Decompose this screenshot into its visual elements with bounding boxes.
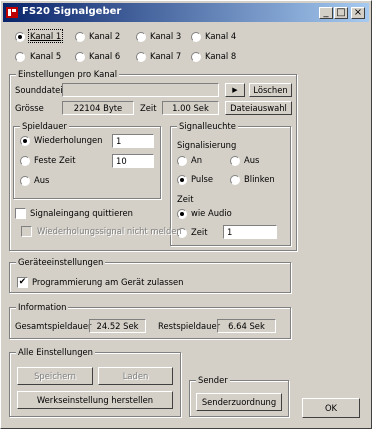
- app-logo-icon: [6, 7, 18, 18]
- leuchte-pulse-radio[interactable]: [177, 175, 187, 185]
- channel-3-label[interactable]: Kanal 3: [150, 31, 181, 41]
- spieldauer-aus-radio[interactable]: [20, 176, 30, 186]
- spieldauer-title: Spieldauer: [20, 121, 69, 131]
- per-channel-title: Einstellungen pro Kanal: [16, 69, 120, 79]
- leuchte-an-radio[interactable]: [177, 156, 187, 166]
- sounddatei-label: Sounddatei: [15, 85, 63, 95]
- werkseinstellung-button[interactable]: Werkseinstellung herstellen: [17, 391, 173, 409]
- channel-5-label[interactable]: Kanal 5: [30, 51, 61, 61]
- channel-3-radio[interactable]: [136, 32, 146, 42]
- leuchte-zeit-label: Zeit: [177, 194, 194, 204]
- leuchte-blinken-label[interactable]: Blinken: [244, 174, 275, 184]
- signalleuchte-title: Signalleuchte: [177, 121, 238, 131]
- wiederholungen-radio[interactable]: [20, 136, 30, 146]
- signaleingang-label[interactable]: Signaleingang quittieren: [30, 208, 133, 218]
- groesse-value: 22104 Byte: [62, 101, 134, 115]
- wie-audio-label[interactable]: wie Audio: [191, 208, 232, 218]
- leuchte-blinken-radio[interactable]: [230, 175, 240, 185]
- sounddatei-field[interactable]: [62, 83, 219, 97]
- channel-8-radio[interactable]: [191, 52, 201, 62]
- play-icon: ▶: [232, 86, 238, 94]
- title-bar[interactable]: FS20 Signalgeber _ □ ×: [3, 3, 369, 22]
- programmierung-label[interactable]: Programmierung am Gerät zulassen: [32, 277, 183, 287]
- channel-8-label[interactable]: Kanal 8: [205, 51, 236, 61]
- device-settings-title: Geräteeinstellungen: [16, 257, 106, 267]
- channel-7-radio[interactable]: [136, 52, 146, 62]
- channel-2-radio[interactable]: [75, 32, 85, 42]
- spieldauer-aus-label[interactable]: Aus: [34, 175, 49, 185]
- channel-2-label[interactable]: Kanal 2: [89, 31, 120, 41]
- wie-audio-radio[interactable]: [177, 209, 187, 219]
- channel-4-label[interactable]: Kanal 4: [205, 31, 236, 41]
- sender-title: Sender: [196, 375, 230, 385]
- channel-4-radio[interactable]: [191, 32, 201, 42]
- programmierung-checkbox[interactable]: ✔: [17, 277, 28, 288]
- wiederholungen-label[interactable]: Wiederholungen: [34, 135, 103, 145]
- channel-1-label[interactable]: Kanal 1: [27, 29, 64, 43]
- gesamtspieldauer-label: Gesamtspieldauer: [15, 321, 92, 331]
- close-icon: ×: [353, 7, 363, 18]
- maximize-button[interactable]: □: [334, 7, 348, 19]
- minimize-icon: _: [323, 7, 329, 18]
- leuchte-aus-radio[interactable]: [230, 156, 240, 166]
- groesse-label: Grösse: [15, 103, 44, 113]
- channel-6-label[interactable]: Kanal 6: [89, 51, 120, 61]
- main-window: FS20 Signalgeber _ □ × Kanal 1 Kanal 2 K…: [0, 0, 372, 429]
- wiederholungssignal-label[interactable]: Wiederholungssignal nicht melden: [37, 226, 182, 236]
- all-settings-title: Alle Einstellungen: [16, 347, 95, 357]
- gesamtspieldauer-value: 24.52 Sek: [89, 319, 146, 333]
- leuchte-pulse-label[interactable]: Pulse: [191, 174, 213, 184]
- loeschen-button[interactable]: Löschen: [249, 83, 292, 97]
- signalisierung-label: Signalisierung: [177, 140, 237, 150]
- signaleingang-checkbox[interactable]: [15, 208, 26, 219]
- channel-7-label[interactable]: Kanal 7: [150, 51, 181, 61]
- leuchte-zeit-input[interactable]: 1: [223, 225, 277, 239]
- minimize-button[interactable]: _: [319, 7, 333, 19]
- dateiauswahl-button[interactable]: Dateiauswahl: [225, 101, 292, 115]
- zeit-value: 1.00 Sek: [162, 101, 219, 115]
- channel-1-radio[interactable]: [15, 32, 25, 42]
- wiederholungen-input[interactable]: 1: [112, 134, 154, 148]
- leuchte-an-label[interactable]: An: [191, 155, 202, 165]
- leuchte-aus-label[interactable]: Aus: [244, 155, 259, 165]
- channel-6-radio[interactable]: [75, 52, 85, 62]
- information-title: Information: [16, 302, 69, 312]
- close-button[interactable]: ×: [351, 7, 365, 19]
- ok-button[interactable]: OK: [302, 398, 360, 418]
- play-button[interactable]: ▶: [225, 83, 245, 97]
- checkmark-icon: ✔: [18, 277, 27, 287]
- speichern-button[interactable]: Speichern: [17, 367, 93, 385]
- leuchte-zeit-option-label[interactable]: Zeit: [191, 227, 208, 237]
- restspieldauer-value: 6.64 Sek: [217, 319, 276, 333]
- zeit-label: Zeit: [140, 103, 157, 113]
- senderzuordnung-button[interactable]: Senderzuordnung: [196, 393, 282, 411]
- maximize-icon: □: [336, 7, 346, 18]
- restspieldauer-label: Restspieldauer: [158, 321, 221, 331]
- wiederholungssignal-checkbox[interactable]: [21, 226, 32, 237]
- feste-zeit-label[interactable]: Feste Zeit: [34, 155, 75, 165]
- laden-button[interactable]: Laden: [98, 367, 173, 385]
- feste-zeit-radio[interactable]: [20, 156, 30, 166]
- feste-zeit-input[interactable]: 10: [112, 154, 154, 168]
- window-title: FS20 Signalgeber: [22, 6, 122, 17]
- channel-5-radio[interactable]: [15, 52, 25, 62]
